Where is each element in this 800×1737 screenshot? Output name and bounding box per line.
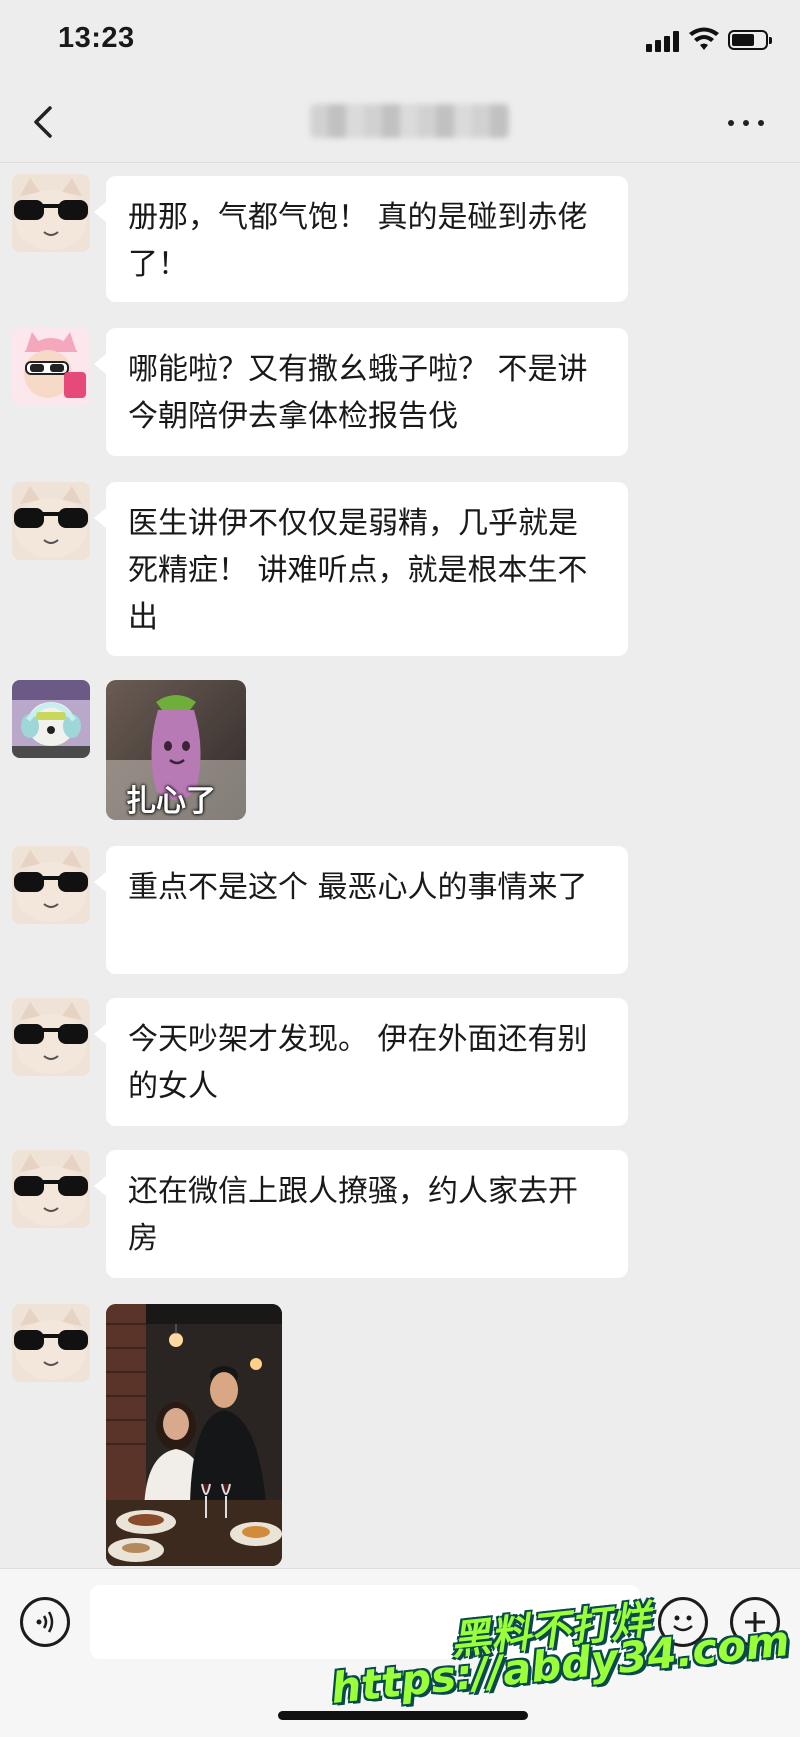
sunglasses-cat-icon[interactable] [12, 846, 90, 924]
pink-hat-girl-avatar[interactable] [12, 328, 90, 406]
home-indicator [278, 1711, 528, 1720]
more-options-icon[interactable] [726, 110, 766, 134]
dog-headphones-avatar[interactable] [12, 680, 90, 758]
sticker-image[interactable]: 扎心了 [106, 680, 246, 820]
sunglasses-cat-icon[interactable] [12, 998, 90, 1076]
status-bar: 13:23 [0, 0, 800, 82]
message-bubble[interactable]: 今天吵架才发现。 伊在外面还有别的女人 [94, 998, 628, 1126]
message-bubble[interactable]: 医生讲伊不仅仅是弱精，几乎就是死精症！ 讲难听点，就是根本生不出 [94, 482, 628, 656]
message-bubble[interactable]: 重点不是这个 最恶心人的事情来了 [94, 846, 628, 974]
chat-header [0, 82, 800, 163]
message-bubble[interactable]: 册那，气都气饱！ 真的是碰到赤佬了！ [94, 176, 628, 302]
battery-icon [728, 30, 772, 50]
message-bubble[interactable]: 还在微信上跟人撩骚，约人家去开房 [94, 1150, 628, 1278]
sunglasses-cat-icon[interactable] [12, 482, 90, 560]
message-bubble[interactable]: 哪能啦？又有撒幺蛾子啦？ 不是讲今朝陪伊去拿体检报告伐 [94, 328, 628, 456]
voice-icon [36, 1611, 54, 1633]
couple-photo [106, 1304, 282, 1566]
sticker-caption: 扎心了 [126, 784, 216, 819]
sunglasses-cat-icon[interactable] [12, 1304, 90, 1382]
sunglasses-cat-icon[interactable] [12, 174, 90, 252]
chat-title-blurred [310, 104, 510, 138]
signal-icon [646, 30, 682, 52]
photo-image[interactable] [106, 1304, 282, 1566]
status-time: 13:23 [58, 22, 135, 54]
sunglasses-cat-icon[interactable] [12, 1150, 90, 1228]
wifi-icon [689, 27, 719, 50]
back-arrow-icon[interactable] [24, 102, 64, 142]
voice-input-button[interactable] [20, 1597, 70, 1647]
